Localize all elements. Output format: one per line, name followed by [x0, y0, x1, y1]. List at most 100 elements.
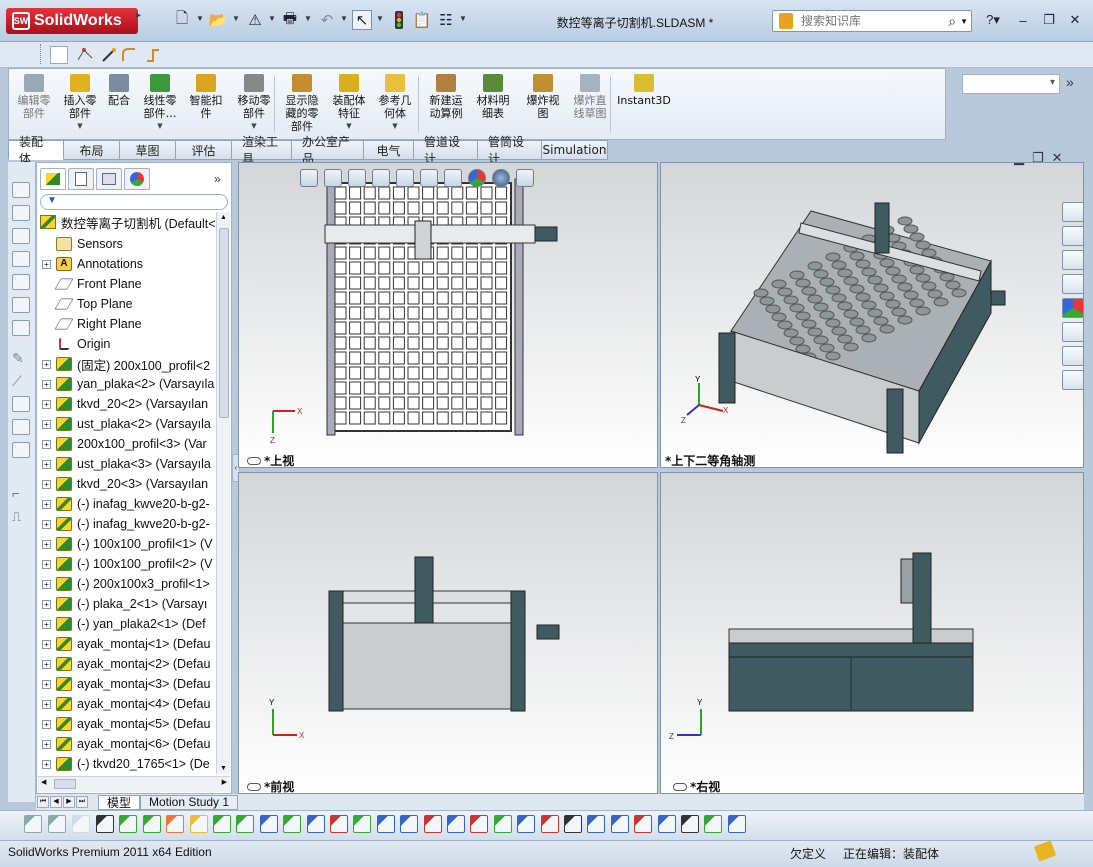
tree-item[interactable]: + yan_plaka<2> (Varsayıla — [38, 374, 216, 394]
tree-item[interactable]: + A Annotations — [38, 254, 216, 274]
mate-reference-icon[interactable]: ⌐ — [12, 486, 30, 502]
tree-item[interactable]: + ust_plaka<3> (Varsayıla — [38, 454, 216, 474]
toolbar-grip[interactable] — [40, 44, 42, 64]
tree-item[interactable]: Front Plane — [38, 274, 216, 294]
expand-toggle-icon[interactable]: + — [42, 599, 51, 609]
tree-item[interactable]: + (-) 100x100_profil<2> (V — [38, 554, 216, 574]
file-explorer-icon[interactable] — [1062, 250, 1084, 270]
zoom-to-fit-icon[interactable] — [300, 169, 318, 187]
selection-filter-icon-21[interactable] — [517, 815, 536, 833]
scroll-up-arrow[interactable]: ▲ — [220, 214, 227, 221]
sketch-pencil-icon[interactable]: ✎ — [12, 350, 30, 366]
selection-filter-icon-8[interactable] — [213, 815, 231, 833]
toolbox-icon[interactable] — [1062, 346, 1084, 366]
expand-toggle-icon[interactable]: + — [42, 359, 51, 369]
tree-item[interactable]: + ayak_montaj<3> (Defau — [38, 674, 216, 694]
tree-item[interactable]: + ayak_montaj<6> (Defau — [38, 734, 216, 754]
solidworks-resources-icon[interactable] — [1062, 202, 1084, 222]
tree-item[interactable]: + ayak_montaj<5> (Defau — [38, 714, 216, 734]
view-orientation-icon[interactable] — [396, 169, 414, 187]
zoom-to-area-icon[interactable] — [324, 169, 342, 187]
cmd-dropdown-arrow[interactable]: ▼ — [346, 120, 351, 133]
selection-filter-icon-29[interactable] — [704, 815, 723, 833]
selection-filter-icon-10[interactable] — [259, 815, 278, 833]
tab-9[interactable]: Simulation — [542, 140, 608, 160]
expand-toggle-icon[interactable]: + — [42, 259, 51, 269]
expand-toggle-icon[interactable]: + — [42, 499, 51, 509]
expand-toggle-icon[interactable]: + — [42, 399, 51, 409]
selection-filter-icon-13[interactable] — [330, 815, 348, 833]
select-pointer-icon[interactable]: ↖ — [352, 10, 372, 30]
search-icon[interactable]: ⌕ — [948, 13, 956, 30]
tree-item[interactable]: Sensors — [38, 234, 216, 254]
tab-6[interactable]: 电气 — [364, 140, 414, 160]
tree-vertical-scrollbar[interactable]: ▲ ▼ — [216, 212, 230, 774]
configuration-manager-tab-icon[interactable] — [96, 168, 122, 190]
scroll-thumb[interactable] — [219, 228, 229, 418]
tab-7[interactable]: 管道设计 — [414, 135, 478, 166]
section-view-icon[interactable] — [372, 169, 390, 187]
cmd-dropdown-arrow[interactable]: ▼ — [77, 120, 82, 133]
expand-toggle-icon[interactable]: + — [42, 659, 51, 669]
open-folder-icon[interactable]: 📂 — [208, 10, 228, 30]
step-line-icon[interactable]: ⎍ — [12, 509, 30, 525]
link-views-icon[interactable] — [247, 782, 261, 791]
search-input[interactable] — [801, 14, 949, 28]
expand-toggle-icon[interactable]: + — [42, 739, 51, 749]
viewport-top[interactable]: XZ *上视 — [238, 162, 658, 468]
cmd-button-13[interactable]: Instant3D — [616, 74, 672, 136]
scroll-left-arrow[interactable]: ◀ — [41, 778, 46, 786]
undo-icon[interactable]: ↶ — [317, 10, 337, 30]
view-palette-icon[interactable] — [1062, 274, 1084, 294]
selection-filter-icon-14[interactable] — [353, 815, 372, 833]
cmd-button-1[interactable]: 插入零 部件 ▼ — [58, 74, 102, 136]
selection-filter-icon-12[interactable] — [306, 815, 325, 833]
options-dropdown-arrow[interactable]: ▼ — [459, 14, 467, 23]
edit-appearance-icon[interactable] — [468, 169, 486, 187]
prev-tab-icon[interactable]: ◀ — [50, 796, 62, 808]
cmd-button-0[interactable]: 编辑零 部件 — [14, 74, 54, 136]
tab-8[interactable]: 管筒设计 — [478, 135, 542, 166]
selection-filter-icon-1[interactable] — [48, 815, 66, 833]
expand-toggle-icon[interactable]: + — [42, 479, 51, 489]
tree-item[interactable]: + ust_plaka<2> (Varsayıla — [38, 414, 216, 434]
cmd-button-6[interactable]: 显示隐 藏的零 部件 — [280, 74, 324, 136]
selection-filter-icon-3[interactable] — [96, 815, 114, 833]
expand-toggle-icon[interactable]: + — [42, 759, 51, 769]
sketch-line-icon[interactable] — [144, 46, 162, 64]
more-tools-chevron-icon[interactable]: » — [1066, 74, 1074, 90]
expand-toggle-icon[interactable]: + — [42, 419, 51, 429]
tree-item[interactable]: + ayak_montaj<2> (Defau — [38, 654, 216, 674]
expand-toggle-icon[interactable]: + — [42, 539, 51, 549]
selection-filter-icon-17[interactable] — [423, 815, 442, 833]
tree-item[interactable]: Origin — [38, 334, 216, 354]
search-dropdown-arrow[interactable]: ▼ — [960, 17, 968, 26]
view-left-icon[interactable] — [12, 228, 30, 244]
feature-tree-filter[interactable]: ▼ — [40, 194, 228, 210]
tab-5[interactable]: 办公室产品 — [292, 135, 364, 166]
print-icon[interactable]: 🖶 — [280, 10, 300, 30]
expand-toggle-icon[interactable]: + — [42, 439, 51, 449]
selection-filter-icon-15[interactable] — [376, 815, 395, 833]
expand-toggle-icon[interactable]: + — [42, 579, 51, 589]
sketch-plane-icon[interactable] — [50, 46, 68, 64]
property-manager-tab-icon[interactable] — [68, 168, 94, 190]
previous-view-icon[interactable] — [348, 169, 366, 187]
feature-manager-more-chevron-icon[interactable]: » — [214, 172, 221, 186]
document-recovery-icon[interactable] — [1062, 370, 1084, 390]
selection-filter-icon-27[interactable] — [657, 815, 676, 833]
viewport-dimetric[interactable]: Y X Z *上下二等角轴测 — [660, 162, 1084, 468]
options-icon[interactable]: ☷ — [436, 10, 456, 30]
cmd-dropdown-arrow[interactable]: ▼ — [251, 120, 256, 133]
design-library-icon[interactable] — [1062, 226, 1084, 246]
minimize-button[interactable]: – — [1012, 10, 1034, 30]
display-style-icon[interactable] — [420, 169, 438, 187]
view-settings-icon[interactable] — [516, 169, 534, 187]
rebuild-dropdown-arrow[interactable]: ▼ — [268, 14, 276, 23]
tree-horizontal-scrollbar[interactable]: ◀ ▶ — [38, 776, 230, 792]
cmd-button-12[interactable]: 爆炸直 线草图 — [568, 74, 612, 136]
selection-filter-icon-5[interactable] — [142, 815, 161, 833]
configuration-combo[interactable] — [962, 74, 1060, 94]
view-right-icon[interactable] — [12, 251, 30, 267]
expand-toggle-icon[interactable]: + — [42, 379, 51, 389]
